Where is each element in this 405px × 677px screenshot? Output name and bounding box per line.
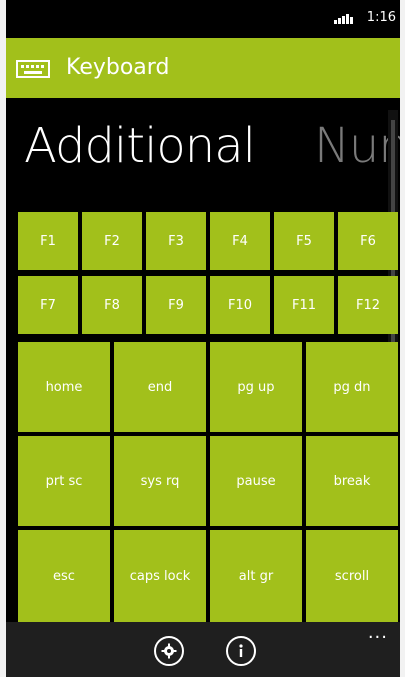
key-f7[interactable]: F7 bbox=[18, 276, 78, 334]
settings-icon bbox=[161, 643, 177, 659]
keyboard-icon bbox=[16, 60, 50, 78]
key-label: F9 bbox=[168, 297, 184, 313]
key-home[interactable]: home bbox=[18, 342, 110, 432]
key-sys-rq[interactable]: sys rq bbox=[114, 436, 206, 526]
key-f4[interactable]: F4 bbox=[210, 212, 270, 270]
key-label: esc bbox=[53, 568, 75, 584]
app-title: Keyboard bbox=[66, 55, 170, 80]
info-icon bbox=[239, 644, 243, 657]
more-options-button[interactable]: ... bbox=[368, 622, 388, 643]
app-title-bar: Keyboard bbox=[6, 38, 400, 98]
key-label: break bbox=[333, 473, 371, 489]
key-label: F6 bbox=[360, 233, 376, 249]
pivot-item-additional[interactable]: Additional bbox=[24, 118, 256, 174]
key-label: end bbox=[147, 379, 173, 395]
key-f6[interactable]: F6 bbox=[338, 212, 398, 270]
key-caps-lock[interactable]: caps lock bbox=[114, 530, 206, 622]
key-label: home bbox=[45, 379, 83, 395]
key-f5[interactable]: F5 bbox=[274, 212, 334, 270]
key-label: F11 bbox=[291, 297, 317, 313]
settings-button[interactable] bbox=[154, 636, 184, 666]
key-f12[interactable]: F12 bbox=[338, 276, 398, 334]
key-label: pg up bbox=[237, 379, 275, 395]
key-label: F8 bbox=[104, 297, 120, 313]
key-label: sys rq bbox=[140, 473, 180, 489]
phone-screen: 1:16 Keyboard Additional Num F1 F2 F3 F4 bbox=[6, 0, 400, 677]
key-label: alt gr bbox=[238, 568, 274, 584]
key-pg-dn[interactable]: pg dn bbox=[306, 342, 398, 432]
clock: 1:16 bbox=[366, 10, 396, 25]
info-button[interactable] bbox=[226, 636, 256, 666]
key-end[interactable]: end bbox=[114, 342, 206, 432]
key-f8[interactable]: F8 bbox=[82, 276, 142, 334]
key-label: F3 bbox=[168, 233, 184, 249]
key-label: F4 bbox=[232, 233, 248, 249]
key-f9[interactable]: F9 bbox=[146, 276, 206, 334]
application-bar: ... bbox=[6, 622, 400, 677]
key-break[interactable]: break bbox=[306, 436, 398, 526]
key-label: prt sc bbox=[45, 473, 83, 489]
key-label: pause bbox=[236, 473, 276, 489]
status-bar: 1:16 bbox=[6, 0, 400, 36]
key-prt-sc[interactable]: prt sc bbox=[18, 436, 110, 526]
key-label: F5 bbox=[296, 233, 312, 249]
key-label: F1 bbox=[40, 233, 56, 249]
key-label: scroll bbox=[334, 568, 370, 584]
key-label: F7 bbox=[40, 297, 56, 313]
key-f3[interactable]: F3 bbox=[146, 212, 206, 270]
key-f11[interactable]: F11 bbox=[274, 276, 334, 334]
key-label: F10 bbox=[227, 297, 253, 313]
key-f2[interactable]: F2 bbox=[82, 212, 142, 270]
key-f1[interactable]: F1 bbox=[18, 212, 78, 270]
key-label: caps lock bbox=[129, 568, 191, 584]
key-f10[interactable]: F10 bbox=[210, 276, 270, 334]
key-alt-gr[interactable]: alt gr bbox=[210, 530, 302, 622]
key-label: pg dn bbox=[333, 379, 371, 395]
key-esc[interactable]: esc bbox=[18, 530, 110, 622]
key-scroll[interactable]: scroll bbox=[306, 530, 398, 622]
key-pg-up[interactable]: pg up bbox=[210, 342, 302, 432]
signal-icon bbox=[334, 13, 354, 24]
key-label: F12 bbox=[355, 297, 381, 313]
key-pause[interactable]: pause bbox=[210, 436, 302, 526]
pivot-header: Additional Num bbox=[6, 118, 400, 188]
key-label: F2 bbox=[104, 233, 120, 249]
